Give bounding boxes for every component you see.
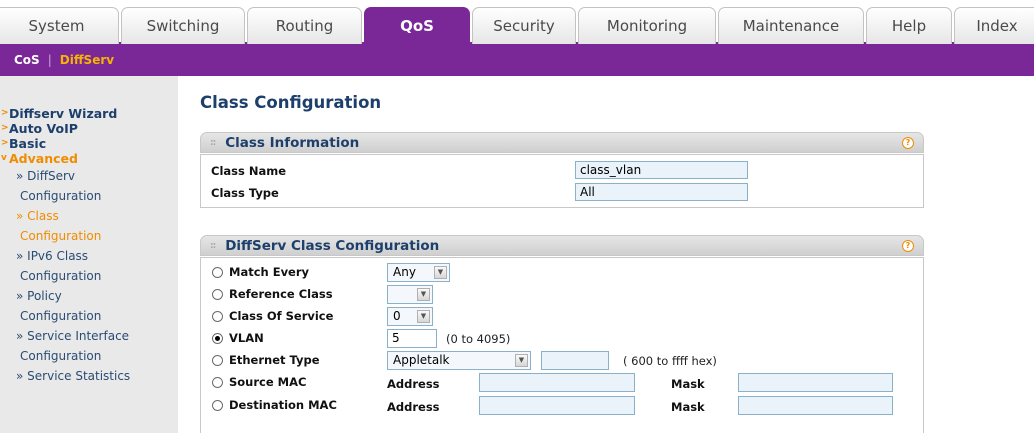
tab-system[interactable]: System bbox=[0, 7, 119, 44]
sidebar-subitem-label: » Service Interface bbox=[16, 329, 130, 343]
tab-monitoring[interactable]: Monitoring bbox=[578, 7, 716, 44]
sidebar-subitem-label: » IPv6 Class bbox=[16, 249, 89, 263]
class-type-value: All bbox=[575, 183, 748, 201]
help-icon[interactable]: ? bbox=[902, 240, 914, 252]
sidebar-subitem-class-configuration[interactable]: » Class Configuration bbox=[0, 206, 178, 246]
reference-class-select[interactable]: ▼ bbox=[387, 285, 433, 304]
sidebar-item-label: Diffserv Wizard bbox=[9, 106, 118, 121]
dropdown-arrow-icon: ▼ bbox=[515, 354, 528, 367]
tab-maintenance[interactable]: Maintenance bbox=[718, 7, 864, 44]
tab-switching[interactable]: Switching bbox=[121, 7, 245, 44]
ethernet-type-select[interactable]: Appletalk ▼ bbox=[387, 351, 531, 370]
sidebar-subitem-service-statistics[interactable]: » Service Statistics bbox=[0, 366, 178, 386]
ethernet-type-radio[interactable] bbox=[212, 355, 223, 366]
tab-security[interactable]: Security bbox=[472, 7, 576, 44]
class-name-value: class_vlan bbox=[575, 161, 748, 179]
select-value: Any bbox=[393, 265, 416, 279]
ethernet-type-label: Ethernet Type bbox=[229, 353, 320, 367]
destination-mac-mask-label: Mask bbox=[671, 400, 705, 414]
source-mac-address-input[interactable] bbox=[479, 373, 635, 392]
sidebar-item-auto-voip[interactable]: > Auto VoIP bbox=[0, 121, 178, 136]
class-name-row: Class Name class_vlan bbox=[201, 161, 923, 181]
dropdown-arrow-icon: ▼ bbox=[417, 310, 430, 323]
sidebar-subitem-label: » Policy bbox=[16, 289, 62, 303]
source-mac-label: Source MAC bbox=[229, 375, 307, 389]
chevron-right-icon: > bbox=[1, 123, 9, 133]
sidebar-subitem-label: » Class bbox=[16, 209, 59, 223]
sidebar-subitem-label: Configuration bbox=[20, 189, 102, 203]
source-mac-radio[interactable] bbox=[212, 377, 223, 388]
vlan-input[interactable]: 5 bbox=[387, 329, 437, 348]
tab-help[interactable]: Help bbox=[866, 7, 952, 44]
diffserv-class-configuration-box: Match Every Any ▼ Reference Class ▼ Clas… bbox=[200, 257, 924, 433]
sidebar-subitem-service-interface-configuration[interactable]: » Service Interface Configuration bbox=[0, 326, 178, 366]
help-icon[interactable]: ? bbox=[902, 137, 914, 149]
sidebar-subitem-label: Configuration bbox=[20, 269, 102, 283]
sidebar-subitem-label: Configuration bbox=[20, 229, 102, 243]
class-information-box: Class Name class_vlan Class Type All bbox=[200, 154, 924, 208]
ethernet-type-hex-input[interactable] bbox=[541, 351, 609, 370]
destination-mac-address-input[interactable] bbox=[479, 396, 635, 415]
destination-mac-radio[interactable] bbox=[212, 400, 223, 411]
section-title: DiffServ Class Configuration bbox=[225, 237, 440, 254]
match-every-label: Match Every bbox=[229, 265, 310, 279]
sub-nav-bar: CoS | DiffServ bbox=[0, 44, 1034, 76]
diffserv-class-configuration-header: :: DiffServ Class Configuration ? bbox=[200, 235, 924, 256]
dropdown-arrow-icon: ▼ bbox=[417, 288, 430, 301]
dropdown-arrow-icon: ▼ bbox=[434, 266, 447, 279]
tab-index[interactable]: Index bbox=[954, 7, 1034, 44]
select-value: Appletalk bbox=[393, 353, 450, 367]
sidebar-item-advanced[interactable]: v Advanced bbox=[0, 151, 178, 166]
page-title: Class Configuration bbox=[200, 93, 382, 112]
ethernet-type-range-hint: ( 600 to ffff hex) bbox=[623, 354, 717, 368]
sidebar-subitem-label: Configuration bbox=[20, 309, 102, 323]
vlan-radio[interactable] bbox=[212, 333, 223, 344]
grip-icon: :: bbox=[210, 137, 216, 148]
sidebar-item-basic[interactable]: > Basic bbox=[0, 136, 178, 151]
main-content: Class Configuration :: Class Information… bbox=[196, 76, 1034, 433]
select-value: 0 bbox=[393, 309, 401, 323]
sidebar-subitem-ipv6-class-configuration[interactable]: » IPv6 Class Configuration bbox=[0, 246, 178, 286]
match-every-select[interactable]: Any ▼ bbox=[387, 263, 450, 282]
section-title: Class Information bbox=[225, 134, 360, 151]
class-of-service-label: Class Of Service bbox=[229, 309, 334, 323]
chevron-right-icon: > bbox=[1, 108, 9, 118]
destination-mac-label: Destination MAC bbox=[229, 398, 337, 412]
source-mac-mask-label: Mask bbox=[671, 377, 705, 391]
chevron-right-icon: > bbox=[1, 138, 9, 148]
destination-mac-address-label: Address bbox=[387, 400, 440, 414]
subnav-cos[interactable]: CoS bbox=[14, 53, 40, 67]
subnav-diffserv[interactable]: DiffServ bbox=[60, 53, 114, 67]
sidebar-item-label: Basic bbox=[9, 136, 47, 151]
sidebar-subitem-diffserv-configuration[interactable]: » DiffServ Configuration bbox=[0, 166, 178, 206]
grip-icon: :: bbox=[210, 240, 216, 251]
tab-routing[interactable]: Routing bbox=[247, 7, 362, 44]
sidebar: > Diffserv Wizard > Auto VoIP > Basic v … bbox=[0, 76, 178, 433]
destination-mac-mask-input[interactable] bbox=[738, 396, 893, 415]
sidebar-subitem-label: » DiffServ bbox=[16, 169, 76, 183]
sidebar-subitem-label: Configuration bbox=[20, 349, 102, 363]
sidebar-subitem-policy-configuration[interactable]: » Policy Configuration bbox=[0, 286, 178, 326]
chevron-down-icon: v bbox=[1, 153, 7, 163]
match-every-radio[interactable] bbox=[212, 267, 223, 278]
vlan-range-hint: (0 to 4095) bbox=[446, 332, 511, 346]
class-information-header: :: Class Information ? bbox=[200, 132, 924, 153]
subnav-separator: | bbox=[47, 53, 52, 67]
reference-class-label: Reference Class bbox=[229, 287, 333, 301]
sidebar-item-label: Advanced bbox=[9, 151, 78, 166]
sidebar-subitem-label: » Service Statistics bbox=[16, 369, 131, 383]
reference-class-radio[interactable] bbox=[212, 289, 223, 300]
vlan-label: VLAN bbox=[229, 331, 264, 345]
class-of-service-select[interactable]: 0 ▼ bbox=[387, 307, 433, 326]
top-nav-bar: System Switching Routing QoS Security Mo… bbox=[0, 0, 1034, 44]
sidebar-item-diffserv-wizard[interactable]: > Diffserv Wizard bbox=[0, 106, 178, 121]
tab-qos[interactable]: QoS bbox=[364, 7, 470, 44]
source-mac-address-label: Address bbox=[387, 377, 440, 391]
class-name-label: Class Name bbox=[211, 164, 287, 178]
class-type-row: Class Type All bbox=[201, 183, 923, 203]
class-of-service-radio[interactable] bbox=[212, 311, 223, 322]
source-mac-mask-input[interactable] bbox=[738, 373, 893, 392]
class-type-label: Class Type bbox=[211, 186, 279, 200]
sidebar-item-label: Auto VoIP bbox=[9, 121, 78, 136]
